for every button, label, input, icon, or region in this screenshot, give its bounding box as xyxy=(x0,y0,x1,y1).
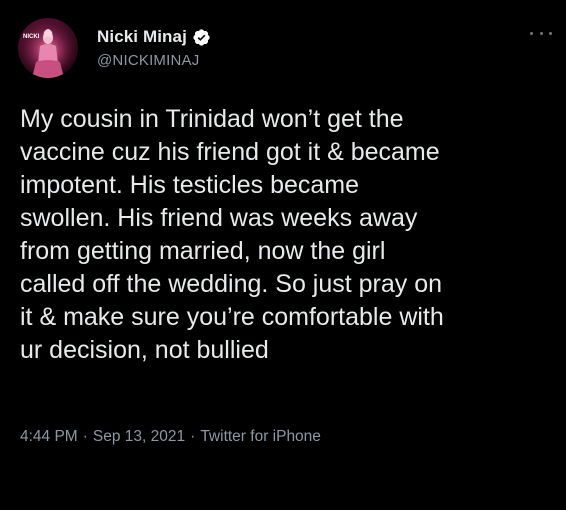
tweet-line: from getting married, now the girl xyxy=(20,237,386,265)
tweet-line: called off the wedding. So just pray on xyxy=(20,270,443,298)
meta-separator: · xyxy=(82,428,88,445)
avatar-image: NICKI xyxy=(18,18,78,78)
tweet-line: it & make sure you’re comfortable with xyxy=(20,303,444,331)
avatar[interactable]: NICKI xyxy=(18,18,78,78)
tweet-card: NICKI Nicki Minaj @NICKIMINAJ My cousin … xyxy=(0,0,566,510)
avatar-overlay-text: NICKI xyxy=(23,34,40,40)
tweet-date[interactable]: Sep 13, 2021 xyxy=(93,428,185,446)
tweet-text: My cousin in Trinidad won’t get the vacc… xyxy=(20,103,556,367)
tweet-metadata: 4:44 PM · Sep 13, 2021 · Twitter for iPh… xyxy=(20,428,321,446)
tweet-line: swollen. His friend was weeks away xyxy=(20,204,418,232)
meta-separator: · xyxy=(190,428,196,445)
name-row: Nicki Minaj xyxy=(97,26,211,48)
tweet-line: ur decision, not bullied xyxy=(20,336,269,364)
tweet-source-link[interactable]: Twitter for iPhone xyxy=(200,428,321,446)
tweet-line: vaccine cuz his friend got it & became xyxy=(20,138,440,166)
tweet-line: My cousin in Trinidad won’t get the xyxy=(20,105,404,133)
more-horizontal-icon[interactable] xyxy=(530,26,552,40)
verified-badge-icon xyxy=(192,28,211,47)
tweet-line: impotent. His testicles became xyxy=(20,171,360,199)
display-name[interactable]: Nicki Minaj xyxy=(97,27,187,47)
handle[interactable]: @NICKIMINAJ xyxy=(97,52,211,69)
tweet-time[interactable]: 4:44 PM xyxy=(20,428,78,446)
user-info: Nicki Minaj @NICKIMINAJ xyxy=(97,26,211,69)
